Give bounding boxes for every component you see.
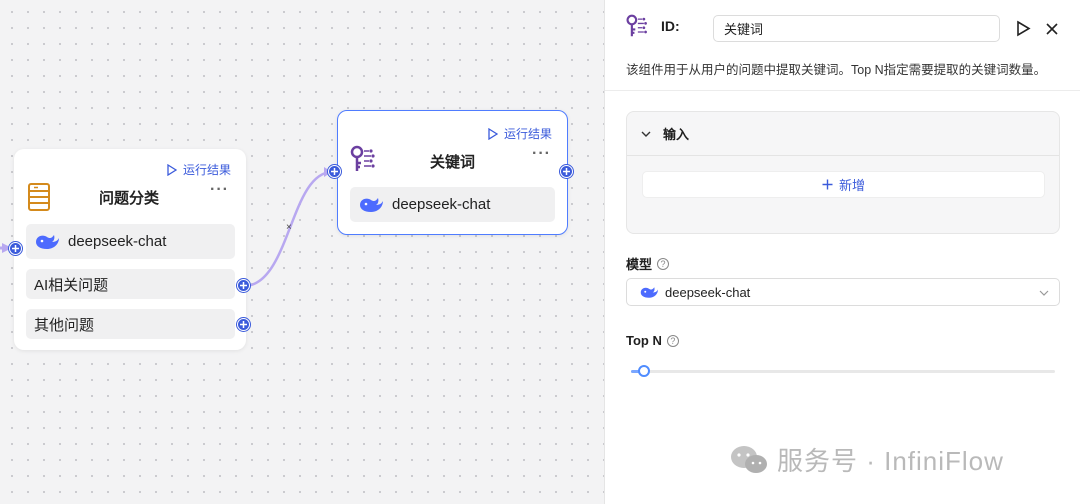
input-handle[interactable]: [328, 165, 341, 178]
node-title: 关键词: [430, 154, 476, 171]
panel-header: ID:: [625, 14, 680, 38]
workflow-canvas[interactable]: × 运行结果 问题分类 ··· deepseek-chat AI相关问题 其他问…: [0, 0, 604, 504]
more-options-button[interactable]: ···: [532, 145, 551, 163]
run-result-label: 运行结果: [183, 163, 232, 177]
model-select[interactable]: deepseek-chat: [626, 278, 1060, 306]
output-handle-other[interactable]: [237, 318, 250, 331]
wechat-icon: [731, 445, 767, 473]
output-handle-ai[interactable]: [237, 279, 250, 292]
slider-thumb[interactable]: [638, 365, 650, 377]
model-label-text: 模型: [626, 257, 653, 272]
keyword-icon: [626, 14, 647, 37]
topn-field-label: Top N ?: [626, 333, 679, 348]
whale-icon: [36, 234, 59, 249]
close-icon[interactable]: [1045, 22, 1059, 36]
id-label: ID:: [661, 18, 680, 34]
model-field-label: 模型 ?: [626, 254, 670, 273]
model-name: deepseek-chat: [68, 233, 167, 250]
help-icon[interactable]: ?: [666, 334, 679, 347]
node-title: 问题分类: [99, 190, 160, 207]
component-description: 该组件用于从用户的问题中提取关键词。Top N指定需要提取的关键词数量。: [626, 63, 1047, 77]
table-icon: [28, 183, 50, 211]
run-result-link[interactable]: 运行结果: [488, 125, 552, 142]
input-section-title: 输入: [663, 127, 690, 142]
edge-delete-button[interactable]: ×: [286, 222, 292, 233]
id-input[interactable]: 关键词: [713, 15, 1000, 42]
properties-panel: ID: 关键词 该组件用于从用户的问题中提取关键词。Top N指定需要提取的关键…: [604, 0, 1080, 504]
keyword-icon: [350, 145, 375, 171]
add-input-label: 新增: [838, 178, 865, 193]
input-section: 输入 新增: [626, 111, 1060, 234]
model-select-value: deepseek-chat: [665, 284, 751, 300]
category-item[interactable]: AI相关问题: [26, 269, 235, 299]
output-handle[interactable]: [560, 165, 573, 178]
keyword-node[interactable]: 运行结果 关键词 ··· deepseek-chat: [337, 110, 568, 235]
model-name: deepseek-chat: [392, 196, 491, 213]
question-classify-node[interactable]: 运行结果 问题分类 ··· deepseek-chat AI相关问题 其他问题: [14, 149, 246, 350]
help-icon[interactable]: ?: [657, 257, 670, 270]
whale-icon: [640, 286, 658, 298]
model-row: deepseek-chat: [350, 187, 555, 222]
input-section-header[interactable]: 输入: [627, 112, 1059, 156]
model-row: deepseek-chat: [26, 224, 235, 259]
whale-icon: [360, 197, 383, 212]
play-icon: [488, 127, 498, 140]
play-icon[interactable]: [1015, 20, 1031, 37]
add-input-button[interactable]: 新增: [642, 171, 1045, 198]
watermark: 服务号 · InfiniFlow: [729, 441, 1004, 478]
input-handle[interactable]: [9, 242, 22, 255]
topn-label-text: Top N: [626, 333, 662, 348]
run-result-label: 运行结果: [504, 127, 553, 141]
watermark-text: 服务号 · InfiniFlow: [777, 446, 1004, 476]
chevron-down-icon: [641, 131, 651, 137]
divider: [605, 90, 1080, 91]
category-item[interactable]: 其他问题: [26, 309, 235, 339]
run-result-link[interactable]: 运行结果: [167, 161, 231, 178]
topn-slider[interactable]: [631, 365, 1055, 377]
chevron-down-icon: [1039, 290, 1049, 296]
plus-icon: [822, 179, 833, 190]
play-icon: [167, 163, 177, 176]
more-options-button[interactable]: ···: [210, 181, 229, 199]
